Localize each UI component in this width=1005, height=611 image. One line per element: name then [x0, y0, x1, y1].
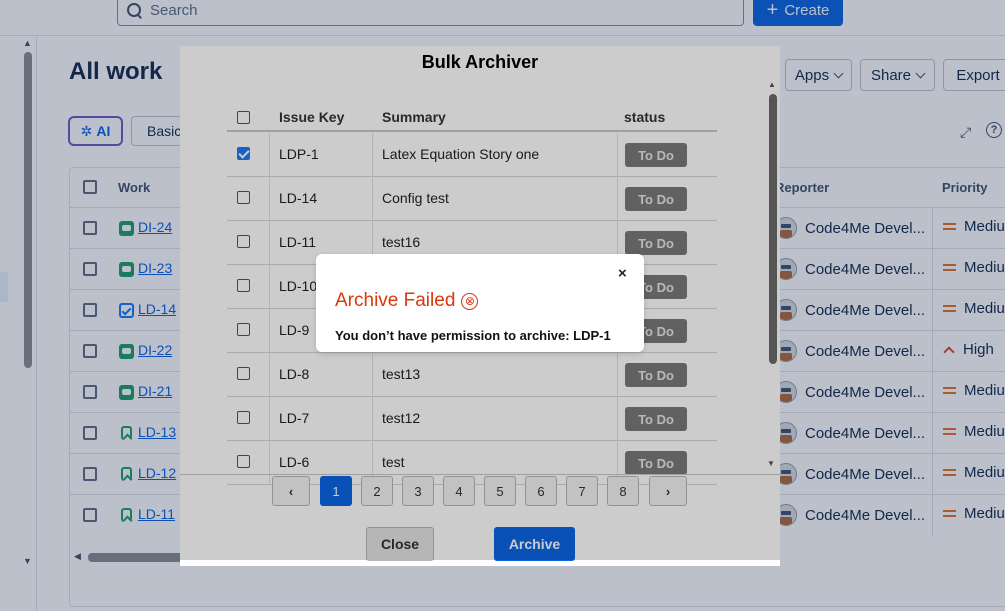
row-checkbox[interactable] — [237, 455, 250, 468]
column-divider — [617, 397, 618, 441]
issue-summary: test13 — [382, 366, 421, 382]
column-divider — [269, 397, 270, 441]
issue-key: LD-10 — [279, 278, 318, 294]
status-badge: To Do — [625, 451, 687, 475]
dialog-title: Bulk Archiver — [421, 52, 539, 72]
row-checkbox[interactable] — [237, 235, 250, 248]
page-button-6[interactable]: 6 — [525, 476, 557, 506]
close-icon[interactable]: × — [618, 265, 627, 282]
next-page-button[interactable]: › — [649, 476, 687, 506]
status-badge: To Do — [625, 363, 687, 387]
status-badge: To Do — [625, 143, 687, 167]
page-button-5[interactable]: 5 — [484, 476, 516, 506]
column-divider — [269, 309, 270, 353]
column-header-issue-key: Issue Key — [279, 109, 345, 125]
select-all-header — [237, 102, 250, 132]
status-badge: To Do — [625, 407, 687, 431]
column-divider — [617, 133, 618, 177]
row-checkbox[interactable] — [237, 279, 250, 292]
issue-summary: Latex Equation Story one — [382, 146, 540, 162]
issue-summary: test12 — [382, 410, 421, 426]
column-divider — [269, 353, 270, 397]
column-divider — [372, 133, 373, 177]
column-header-status: status — [624, 109, 666, 125]
archive-failed-dialog: × Archive Failed ⊗ You don’t have permis… — [316, 254, 644, 352]
list-scrollbar[interactable] — [769, 94, 777, 364]
column-header-summary: Summary — [382, 109, 446, 125]
column-divider — [617, 177, 618, 221]
error-title-text: Archive Failed — [335, 290, 456, 311]
row-checkbox[interactable] — [237, 191, 250, 204]
issue-key: LD-11 — [279, 234, 317, 250]
archive-button[interactable]: Archive — [494, 527, 575, 561]
page-button-3[interactable]: 3 — [402, 476, 434, 506]
archiver-row[interactable]: LDP-1 Latex Equation Story one To Do — [227, 133, 717, 177]
page-button-7[interactable]: 7 — [566, 476, 598, 506]
error-icon: ⊗ — [461, 292, 479, 310]
archiver-row[interactable]: LD-14 Config test To Do — [227, 177, 717, 221]
row-checkbox[interactable] — [237, 367, 250, 380]
column-divider — [372, 177, 373, 221]
prev-page-button[interactable]: ‹ — [272, 476, 310, 506]
column-divider — [269, 177, 270, 221]
archiver-row[interactable]: LD-8 test13 To Do — [227, 353, 717, 397]
issue-summary: test16 — [382, 234, 421, 250]
column-divider — [372, 397, 373, 441]
status-badge: To Do — [625, 231, 687, 255]
issue-key: LD-7 — [279, 410, 310, 426]
column-divider — [269, 221, 270, 265]
pagination-divider — [180, 474, 780, 475]
list-scroll-up-icon[interactable]: ▲ — [768, 80, 776, 89]
column-divider — [269, 265, 270, 309]
row-checkbox[interactable] — [237, 323, 250, 336]
header-divider — [227, 130, 717, 132]
column-divider — [372, 353, 373, 397]
issue-key: LDP-1 — [279, 146, 319, 162]
issue-key: LD-6 — [279, 454, 310, 470]
issue-key: LD-9 — [279, 322, 310, 338]
page-button-2[interactable]: 2 — [361, 476, 393, 506]
column-divider — [269, 133, 270, 177]
list-scroll-down-icon[interactable]: ▼ — [767, 459, 775, 468]
issue-summary: Config test — [382, 190, 449, 206]
row-checkbox[interactable] — [237, 411, 250, 424]
error-title: Archive Failed ⊗ — [335, 290, 479, 312]
issue-key: LD-8 — [279, 366, 310, 382]
issue-summary: test — [382, 454, 405, 470]
column-divider — [269, 441, 270, 485]
page-button-4[interactable]: 4 — [443, 476, 475, 506]
column-divider — [617, 353, 618, 397]
page-button-1[interactable]: 1 — [320, 476, 352, 506]
close-button[interactable]: Close — [366, 527, 434, 561]
status-badge: To Do — [625, 187, 687, 211]
page-button-8[interactable]: 8 — [607, 476, 639, 506]
issue-key: LD-14 — [279, 190, 318, 206]
row-checkbox[interactable] — [237, 147, 250, 160]
archiver-row[interactable]: LD-7 test12 To Do — [227, 397, 717, 441]
error-message: You don’t have permission to archive: LD… — [335, 328, 611, 343]
select-all-checkbox[interactable] — [237, 110, 250, 124]
